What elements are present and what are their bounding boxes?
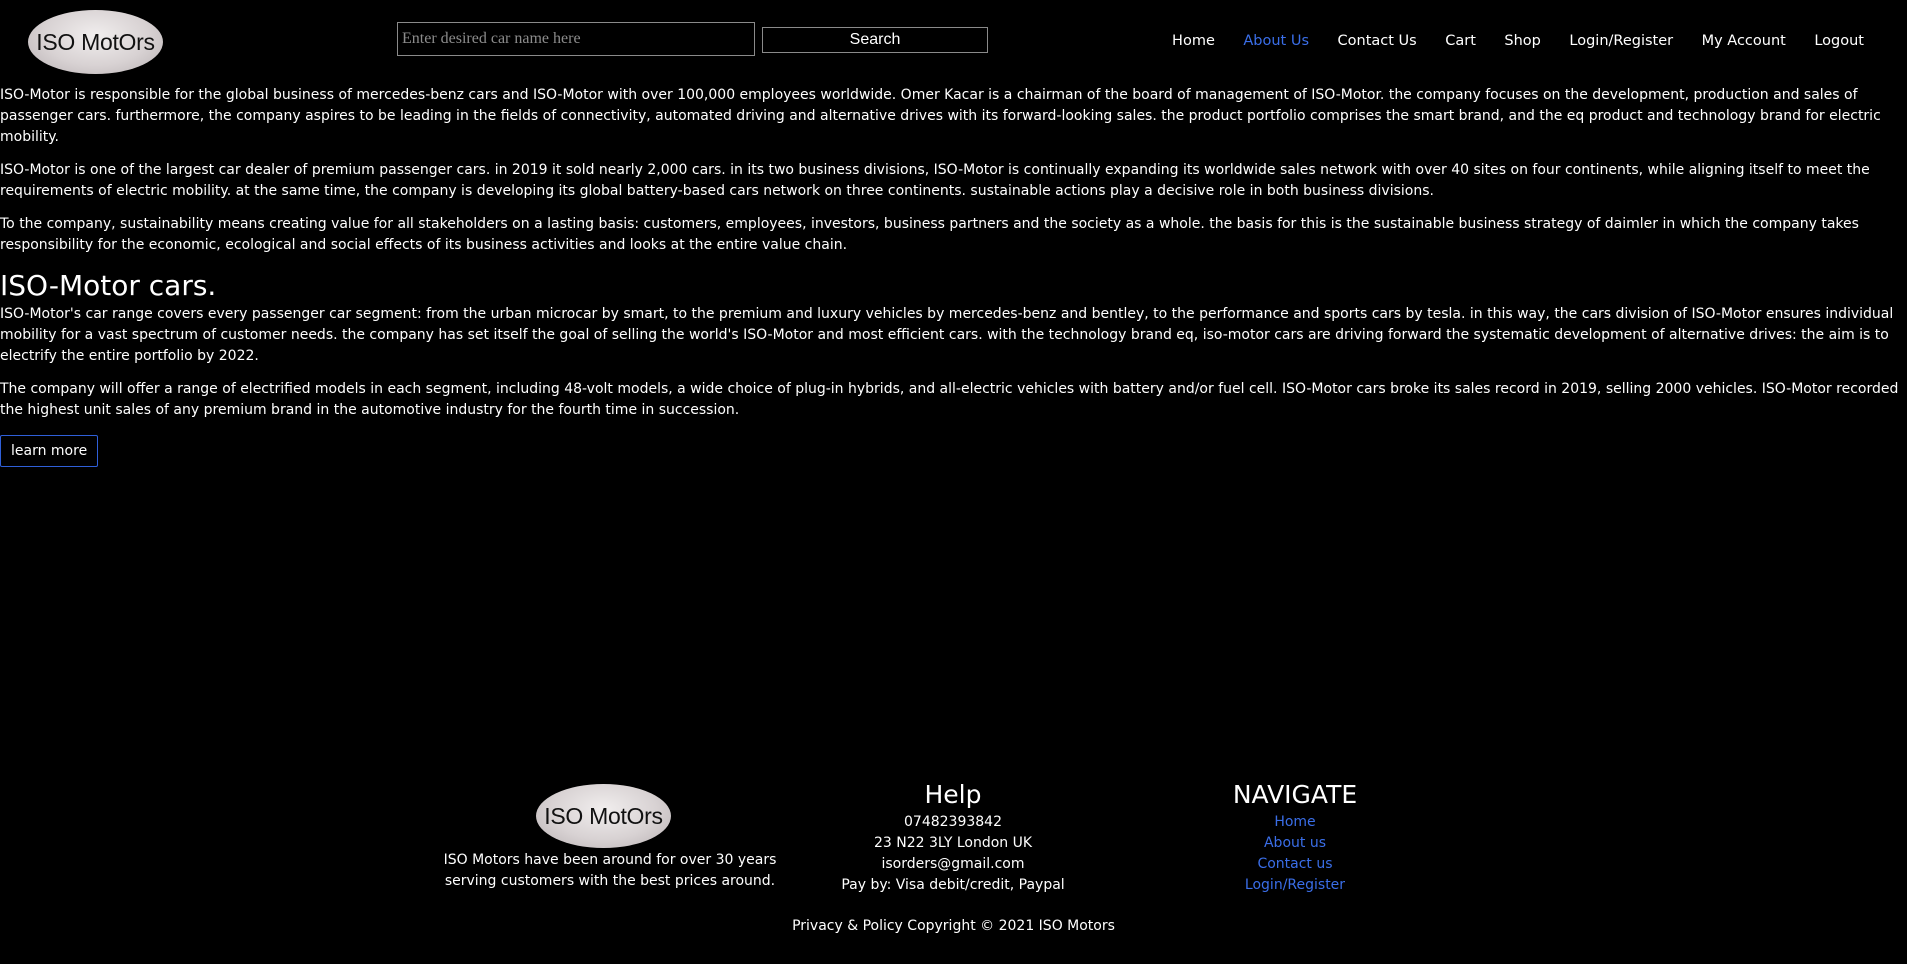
footer-link-about-us[interactable]: About us <box>1170 833 1420 854</box>
navigate-title: NAVIGATE <box>1232 780 1358 809</box>
footer-about: ISO Motors have been around for over 30 … <box>440 850 780 892</box>
nav-shop[interactable]: Shop <box>1504 33 1540 49</box>
search-button[interactable]: Search <box>762 27 988 53</box>
cars-heading: ISO-Motor cars. <box>0 269 217 302</box>
nav-cart[interactable]: Cart <box>1445 33 1476 49</box>
copyright-text: Privacy & Policy Copyright © 2021 ISO Mo… <box>792 918 1115 934</box>
help-email: isorders@gmail.com <box>881 856 1025 872</box>
footer-logo[interactable]: ISO MotOrs <box>536 784 671 848</box>
nav-home[interactable]: Home <box>1172 33 1215 49</box>
footer-about-line-2: serving customers with the best prices a… <box>444 873 776 889</box>
footer-link-login-register[interactable]: Login/Register <box>1170 875 1420 896</box>
footer-link-contact-us[interactable]: Contact us <box>1170 854 1420 875</box>
help-payment: Pay by: Visa debit/credit, Paypal <box>841 877 1065 893</box>
cars-paragraph-2: The company will offer a range of electr… <box>0 381 1899 418</box>
help-title: Help <box>924 780 982 809</box>
help-address: 23 N22 3LY London UK <box>873 835 1033 851</box>
footer-about-line-1: ISO Motors have been around for over 30 … <box>443 852 777 868</box>
nav-login-register[interactable]: Login/Register <box>1569 33 1673 49</box>
help-phone: 07482393842 <box>904 814 1002 830</box>
intro-paragraph-3: To the company, sustainability means cre… <box>0 216 1859 253</box>
site-header: ISO MotOrs Search Home About Us Contact … <box>0 0 1907 84</box>
car-search-input[interactable] <box>397 22 755 56</box>
nav-my-account[interactable]: My Account <box>1702 33 1786 49</box>
learn-more-button[interactable]: learn more <box>0 435 99 467</box>
nav-logout[interactable]: Logout <box>1814 33 1864 49</box>
footer-link-home[interactable]: Home <box>1170 812 1420 833</box>
footer-help: Help 07482393842 23 N22 3LY London UK is… <box>803 777 1103 896</box>
nav-contact-us[interactable]: Contact Us <box>1338 33 1417 49</box>
intro-paragraph-1: ISO-Motor is responsible for the global … <box>0 87 1881 145</box>
intro-paragraph-2: ISO-Motor is one of the largest car deal… <box>0 162 1870 199</box>
site-logo[interactable]: ISO MotOrs <box>28 10 163 74</box>
about-content: ISO-Motor is responsible for the global … <box>0 85 1905 467</box>
footer-navigate: NAVIGATE Home About us Contact us Login/… <box>1170 777 1420 896</box>
cars-paragraph-1: ISO-Motor's car range covers every passe… <box>0 306 1894 364</box>
main-nav: Home About Us Contact Us Cart Shop Login… <box>1144 33 1864 49</box>
nav-about-us[interactable]: About Us <box>1243 33 1309 49</box>
